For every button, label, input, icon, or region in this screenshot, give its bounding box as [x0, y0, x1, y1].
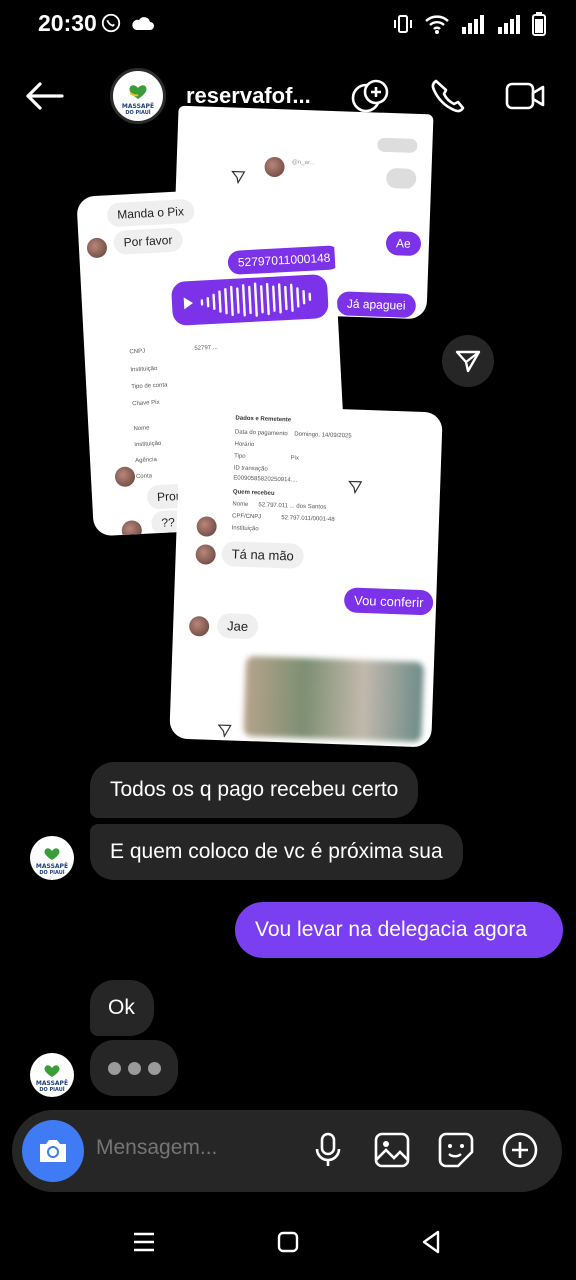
send-icon — [217, 724, 232, 738]
audio-waveform-icon — [183, 282, 312, 317]
message-bubble-incoming[interactable]: E quem coloco de vc é próxima sua — [90, 824, 463, 880]
heart-logo-icon: MASSAPÊ DO PIAUÍ — [36, 848, 68, 876]
avatar[interactable]: MASSAPÊ DO PIAUÍ — [30, 1053, 74, 1097]
audio-message — [170, 273, 329, 327]
phone-icon[interactable] — [428, 76, 470, 116]
arrow-left-icon[interactable] — [24, 80, 64, 112]
bubble-por-favor: Por favor — [113, 227, 183, 255]
status-bar: 20:30 — [0, 0, 576, 52]
message-composer — [12, 1110, 562, 1192]
wifi-icon — [425, 15, 449, 34]
message-bubble-outgoing[interactable]: Vou levar na delegacia agora — [235, 902, 563, 958]
svg-text:DO PIAUÍ: DO PIAUÍ — [39, 868, 64, 876]
bubble-ta-na-mao: Tá na mão — [221, 541, 305, 569]
bubble-ae: Ae — [385, 230, 422, 257]
signal-icon — [462, 15, 484, 34]
add-circle-icon[interactable] — [500, 1130, 540, 1170]
bubble-ja-apaguei: Já apaguei — [336, 291, 416, 318]
bubble-vou-conferir: Vou conferir — [343, 587, 434, 616]
message-bubble-incoming[interactable]: Ok — [90, 980, 154, 1036]
mini-avatar — [195, 544, 217, 565]
bubble-pix-key: 52797011000148 — [227, 245, 341, 276]
mini-avatar — [114, 466, 136, 488]
vibrate-icon — [394, 15, 412, 33]
battery-icon — [532, 12, 546, 36]
page-title[interactable]: reservafof... — [186, 83, 311, 109]
home-icon[interactable] — [272, 1226, 304, 1258]
message-bubble-incoming[interactable]: Todos os q pago recebeu certo — [90, 762, 419, 818]
svg-text:MASSAPÊ: MASSAPÊ — [36, 862, 68, 870]
screenshot-right: Dados e Remetente Data do pagamento Domi… — [169, 403, 443, 748]
avatar[interactable]: MASSAPÊ DO PIAUÍ — [110, 68, 166, 124]
camera-icon — [40, 1140, 66, 1162]
mini-avatar — [264, 156, 285, 178]
mini-avatar — [188, 615, 210, 637]
microphone-icon[interactable] — [308, 1130, 348, 1170]
mini-avatar — [86, 237, 108, 259]
camera-button[interactable] — [22, 1120, 84, 1182]
svg-text:MASSAPÊ: MASSAPÊ — [36, 1079, 68, 1087]
signal-icon-2 — [498, 15, 520, 34]
svg-text:DO PIAUÍ: DO PIAUÍ — [125, 108, 150, 116]
menu-icon[interactable] — [128, 1226, 160, 1258]
avatar[interactable]: MASSAPÊ DO PIAUÍ — [30, 836, 74, 880]
status-time: 20:30 — [38, 10, 97, 36]
whatsapp-icon — [101, 13, 121, 33]
bubble-jae: Jae — [216, 612, 259, 640]
blurred-image — [243, 655, 425, 743]
back-triangle-icon[interactable] — [416, 1226, 448, 1258]
heart-logo-icon: MASSAPÊ DO PIAUÍ — [122, 85, 154, 116]
sticker-icon[interactable] — [436, 1130, 476, 1170]
heart-logo-icon: MASSAPÊ DO PIAUÍ — [36, 1065, 68, 1093]
mini-avatar — [196, 516, 217, 537]
svg-text:DO PIAUÍ: DO PIAUÍ — [39, 1085, 64, 1093]
send-icon — [348, 480, 363, 494]
send-icon — [455, 350, 481, 373]
send-icon — [231, 170, 246, 184]
share-button[interactable] — [442, 335, 494, 387]
message-input[interactable] — [96, 1136, 296, 1160]
bubble-manda-pix: Manda o Pix — [106, 198, 195, 228]
typing-indicator — [90, 1040, 178, 1096]
system-nav-bar — [0, 1206, 576, 1280]
svg-text:MASSAPÊ: MASSAPÊ — [122, 102, 154, 110]
mini-avatar — [121, 519, 143, 537]
add-effect-icon[interactable] — [350, 76, 392, 116]
video-call-icon[interactable] — [504, 76, 546, 116]
gallery-icon[interactable] — [372, 1130, 412, 1170]
cloud-icon — [132, 17, 154, 30]
